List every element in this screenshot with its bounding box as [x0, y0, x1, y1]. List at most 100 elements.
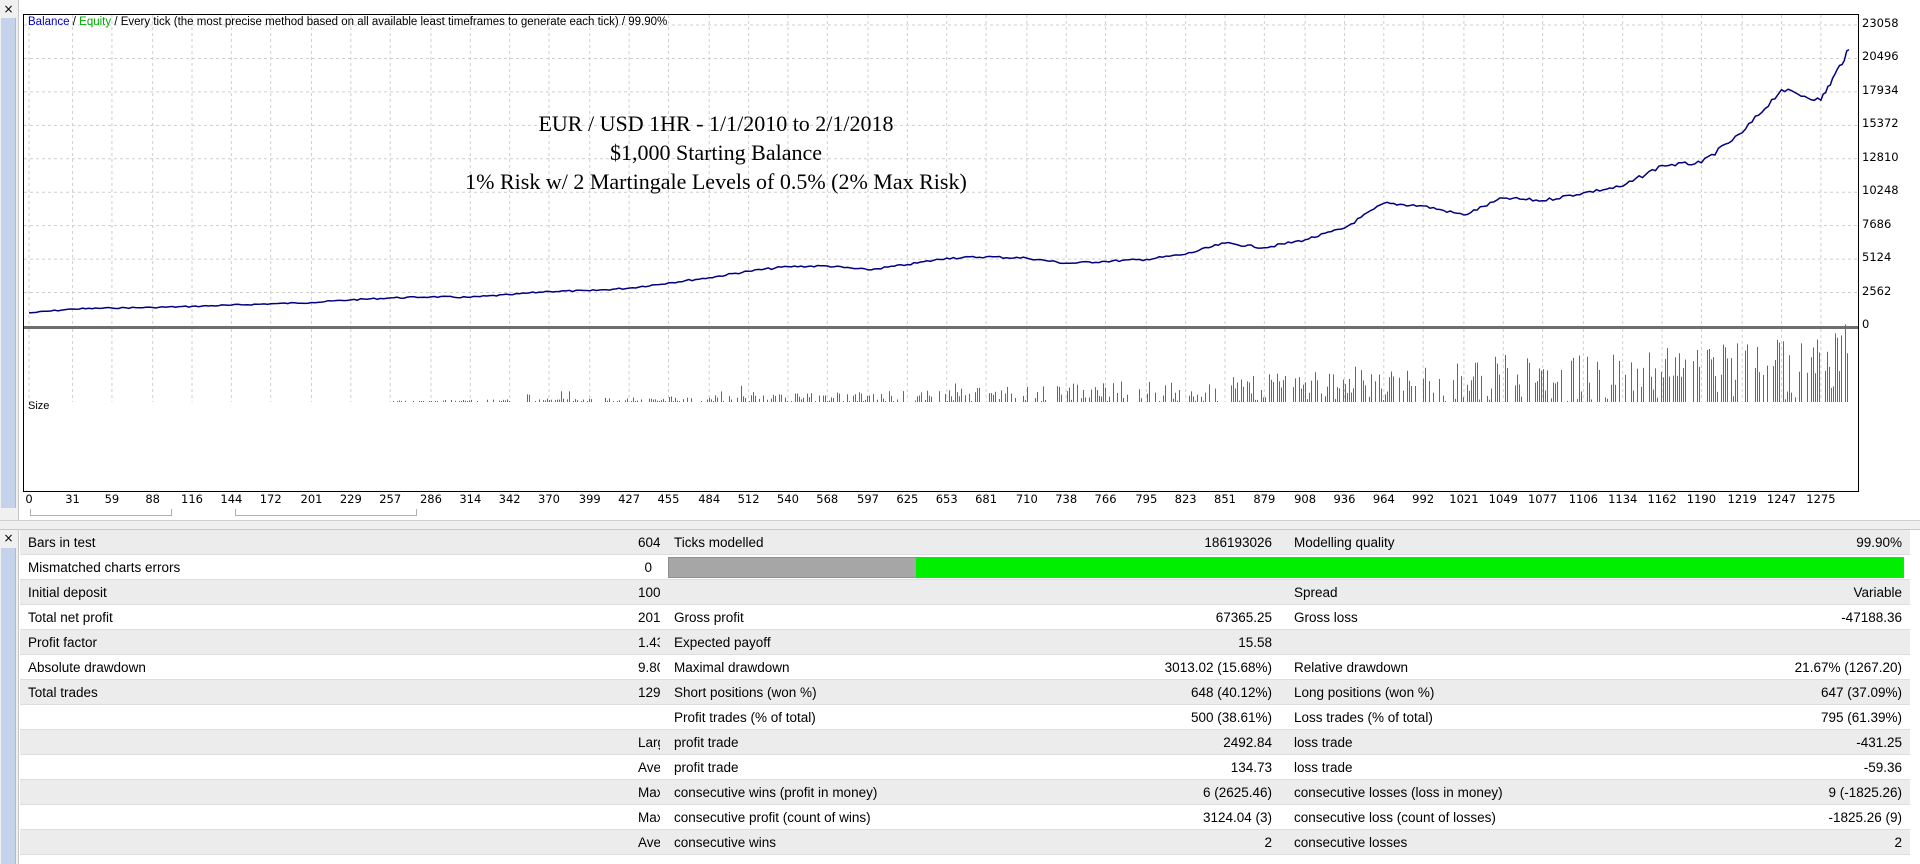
size-bar — [691, 398, 692, 402]
size-bar — [1059, 386, 1060, 402]
size-bar — [655, 399, 656, 402]
size-bar — [1611, 384, 1612, 402]
x-tick-label: 568 — [816, 492, 839, 506]
size-bar — [463, 400, 464, 402]
size-bar — [1123, 397, 1124, 402]
size-bar — [1829, 366, 1830, 402]
size-bar — [651, 398, 652, 402]
size-bar — [1773, 366, 1774, 402]
chart-scroll-tab[interactable] — [235, 509, 417, 516]
report-label-2: Ticks modelled — [660, 530, 1130, 555]
size-bar — [839, 393, 840, 402]
report-value-1: 20176.89 — [630, 604, 660, 630]
size-bar — [1243, 386, 1244, 402]
size-bar — [1539, 368, 1540, 402]
x-tick-label: 1162 — [1647, 492, 1677, 506]
size-bar — [707, 399, 708, 402]
report-value-3: -431.25 — [1710, 729, 1910, 755]
size-bar — [803, 397, 804, 402]
size-bar — [613, 401, 614, 402]
x-tick-label: 879 — [1253, 492, 1276, 506]
report-value-2: 6 (2625.46) — [1130, 779, 1280, 805]
size-bar — [1801, 343, 1802, 402]
size-bar — [1265, 397, 1266, 402]
size-bar — [451, 400, 452, 402]
size-bar — [775, 395, 776, 402]
panel-splitter[interactable] — [0, 520, 1920, 530]
size-bar — [1677, 375, 1678, 402]
report-label-3: consecutive losses — [1280, 829, 1710, 855]
size-bar — [833, 398, 834, 402]
size-bar — [1325, 396, 1326, 402]
size-bar — [855, 394, 856, 402]
size-bar — [861, 393, 862, 402]
size-bar — [1077, 384, 1078, 402]
size-bar — [539, 399, 540, 402]
size-bar — [1329, 373, 1330, 402]
size-bar — [1061, 394, 1062, 402]
report-label-3: consecutive loss (count of losses) — [1280, 804, 1710, 830]
size-bar — [1673, 375, 1674, 402]
size-bar — [1045, 399, 1046, 402]
size-bar — [1429, 381, 1430, 402]
chart-scroll-tab[interactable] — [30, 509, 172, 516]
x-tick-label: 540 — [776, 492, 799, 506]
y-tick-label: 15372 — [1862, 116, 1899, 131]
size-bar — [849, 401, 850, 402]
report-value-1: 1295 — [630, 679, 660, 705]
report-value-1 — [630, 704, 660, 730]
size-bar — [1309, 392, 1310, 402]
size-bar — [995, 391, 996, 402]
size-bar — [771, 398, 772, 402]
size-bar — [799, 396, 800, 402]
size-bar — [867, 395, 868, 402]
size-bar — [763, 395, 764, 402]
report-row: Initial deposit1000.00 SpreadVariable — [20, 579, 1910, 605]
backtest-report-table: Bars in test60441Ticks modelled186193026… — [20, 530, 1910, 855]
size-bar — [1349, 378, 1350, 402]
size-bar — [1499, 374, 1500, 402]
size-bar — [549, 399, 550, 402]
size-subwindow-label: Size — [28, 400, 50, 412]
size-bar — [1361, 370, 1362, 402]
tester-close-icon[interactable]: × — [2, 532, 15, 545]
size-bar — [1159, 401, 1160, 402]
size-bar — [437, 401, 438, 402]
size-bar — [1725, 347, 1726, 402]
report-value-2: 15.58 — [1130, 629, 1280, 655]
report-value-3: 9 (-1825.26) — [1710, 779, 1910, 805]
size-bar — [1433, 392, 1434, 402]
size-bar — [575, 399, 576, 402]
size-bar — [811, 393, 812, 402]
size-bar — [1301, 388, 1302, 402]
size-bar — [1713, 357, 1714, 402]
report-value-3: -59.36 — [1710, 754, 1910, 780]
size-bar — [1005, 393, 1006, 402]
size-bar — [617, 401, 618, 402]
size-bar — [1831, 387, 1832, 402]
size-bar — [649, 398, 650, 402]
size-bar — [1709, 348, 1710, 402]
size-bar — [971, 401, 972, 402]
x-tick-label: 1134 — [1608, 492, 1638, 506]
report-value-1: Largest — [630, 729, 660, 755]
size-bar — [1215, 388, 1216, 402]
size-bar — [1279, 381, 1280, 402]
size-bar — [917, 396, 918, 402]
report-value-3: 795 (61.39%) — [1710, 704, 1910, 730]
size-bar — [1651, 376, 1652, 402]
chart-close-icon[interactable]: × — [2, 3, 15, 16]
size-bar — [1745, 350, 1746, 402]
x-tick-label: 455 — [657, 492, 680, 506]
report-value-3: 21.67% (1267.20) — [1710, 654, 1910, 680]
size-bar — [1333, 374, 1334, 402]
size-bar — [1307, 399, 1308, 402]
size-bar — [1269, 374, 1270, 402]
size-bar — [1391, 371, 1392, 402]
size-bar — [1669, 376, 1670, 402]
report-label-1 — [20, 804, 630, 830]
size-bar — [1425, 367, 1426, 402]
size-bar — [715, 395, 716, 402]
report-value-3: -1825.26 (9) — [1710, 804, 1910, 830]
size-bar — [423, 401, 424, 402]
